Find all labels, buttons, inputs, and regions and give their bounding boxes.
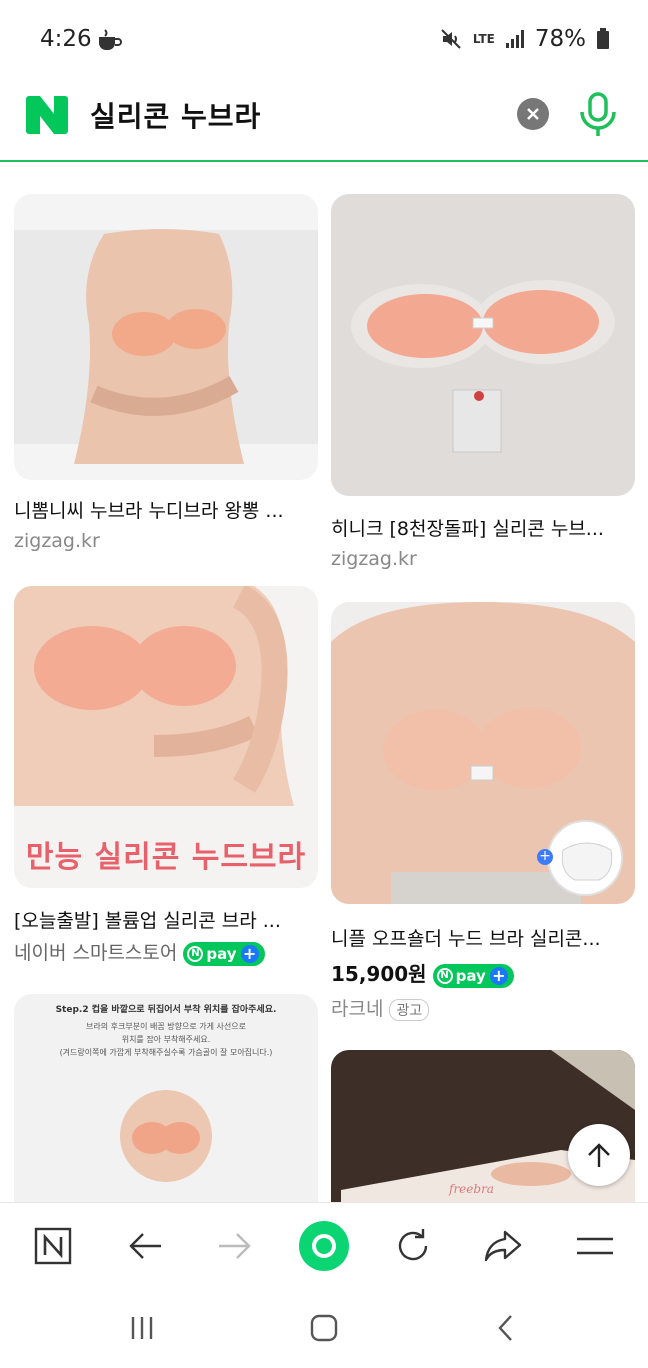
back-icon <box>129 1233 161 1259</box>
step-instruction: Step.2 컵을 바깥으로 뒤집어서 부착 위치를 잡아주세요. <box>55 1005 277 1015</box>
back-nav-icon <box>498 1315 512 1341</box>
product-image[interactable]: + <box>331 602 635 904</box>
npay-badge: Npay + <box>432 963 514 988</box>
product-photo-model <box>14 229 318 464</box>
recent-apps-icon <box>131 1317 153 1339</box>
product-image[interactable]: Step.2 컵을 바깥으로 뒤집어서 부착 위치를 잡아주세요. 브라의 후크… <box>14 994 318 1234</box>
step-instruction: 브라의 후크부분이 배꼽 방향으로 가게 사선으로 <box>86 1022 246 1031</box>
refresh-icon <box>398 1229 428 1261</box>
store-name: 라크네 <box>331 998 384 1020</box>
product-photo-bra <box>351 280 615 453</box>
result-title[interactable]: [오늘출발] 볼륨업 실리콘 브라 ... <box>14 906 318 933</box>
result-card-3[interactable]: 만능 실리콘 누드브라 [오늘출발] 볼륨업 실리콘 브라 ... 네이버 스마… <box>14 586 318 976</box>
refresh-button[interactable] <box>388 1221 438 1271</box>
promo-caption: 만능 실리콘 누드브라 <box>25 840 307 875</box>
forward-icon <box>219 1233 251 1259</box>
result-title[interactable]: 니뽐니씨 누브라 누디브라 왕뽕 ... <box>14 496 318 523</box>
menu-button[interactable] <box>570 1221 620 1271</box>
share-icon <box>484 1230 522 1262</box>
scroll-top-button[interactable] <box>568 1124 630 1186</box>
mic-icon[interactable] <box>576 90 620 140</box>
system-nav-bar <box>0 1288 648 1368</box>
search-header: 실리콘 누브라 <box>0 80 648 162</box>
home-nav-button[interactable] <box>304 1308 344 1348</box>
result-price[interactable]: 15,900원 Npay + <box>331 958 514 988</box>
result-card-2[interactable]: 히니크 [8천장돌파] 실리콘 누브... zigzag.kr <box>331 194 635 584</box>
green-dot-button[interactable] <box>297 1219 351 1273</box>
result-card-5[interactable]: Step.2 컵을 바깥으로 뒤집어서 부착 위치를 잡아주세요. 브라의 후크… <box>14 994 318 1234</box>
status-time: 4:26 <box>40 26 92 52</box>
home-nav-icon <box>310 1314 338 1342</box>
plus-icon[interactable]: + <box>537 849 553 865</box>
result-card-4[interactable]: + 니플 오프숄더 누드 브라 실리콘... 15,900원 Npay + 라크네 광… <box>331 602 635 1022</box>
product-image[interactable] <box>14 194 318 480</box>
battery-percent: 78% <box>534 26 586 52</box>
home-button[interactable] <box>28 1221 78 1271</box>
instruction-photo-model <box>132 1122 200 1154</box>
npay-label: pay <box>455 966 486 985</box>
result-title[interactable]: 히니크 [8천장돌파] 실리콘 누브... <box>331 514 635 541</box>
store-name: 네이버 스마트스토어 <box>14 942 178 964</box>
bra-cup-icon <box>561 842 613 881</box>
clear-search-button[interactable] <box>517 98 549 130</box>
price-value: 15,900원 <box>331 962 427 986</box>
ad-badge: 광고 <box>389 998 430 1021</box>
result-title[interactable]: 니플 오프숄더 누드 브라 실리콘... <box>331 924 635 951</box>
search-input[interactable]: 실리콘 누브라 <box>90 95 261 135</box>
bra-inset-image[interactable] <box>547 820 623 896</box>
npay-label: pay <box>206 944 237 963</box>
product-image[interactable] <box>331 194 635 496</box>
result-card-1[interactable]: 니뽐니씨 누브라 누디브라 왕뽕 ... zigzag.kr <box>14 194 318 564</box>
green-dot-icon <box>299 1221 349 1271</box>
arrow-up-icon <box>588 1143 610 1167</box>
network-type: LTE <box>472 31 495 46</box>
naver-logo-icon[interactable] <box>26 96 68 134</box>
battery-icon <box>597 28 609 49</box>
mute-icon <box>441 29 461 49</box>
home-n-icon <box>34 1227 72 1265</box>
step-instruction: (겨드랑이쪽에 가깝게 부착해주실수록 가슴골이 잘 모아집니다.) <box>59 1048 273 1057</box>
recent-apps-button[interactable] <box>122 1308 162 1348</box>
share-button[interactable] <box>478 1221 528 1271</box>
browser-toolbar <box>0 1202 648 1288</box>
back-button[interactable] <box>120 1221 170 1271</box>
step-instruction: 위치를 잡아 부착해주세요. <box>121 1035 211 1044</box>
result-source[interactable]: 네이버 스마트스토어 Npay + <box>14 938 265 966</box>
signal-icon <box>505 30 524 48</box>
result-source[interactable]: zigzag.kr <box>331 548 417 570</box>
brand-text: freebra <box>449 1182 494 1196</box>
result-source[interactable]: 라크네 광고 <box>331 994 430 1021</box>
back-nav-button[interactable] <box>486 1308 526 1348</box>
npay-badge: Npay + <box>183 941 265 966</box>
status-bar: 4:26 LTE 78% <box>0 0 648 80</box>
instruction-photo <box>120 1090 212 1182</box>
product-image[interactable]: 만능 실리콘 누드브라 <box>14 586 318 888</box>
close-icon <box>527 108 539 120</box>
coffee-icon <box>99 29 122 50</box>
forward-button[interactable] <box>210 1221 260 1271</box>
result-source[interactable]: zigzag.kr <box>14 530 100 552</box>
menu-icon <box>577 1237 613 1255</box>
